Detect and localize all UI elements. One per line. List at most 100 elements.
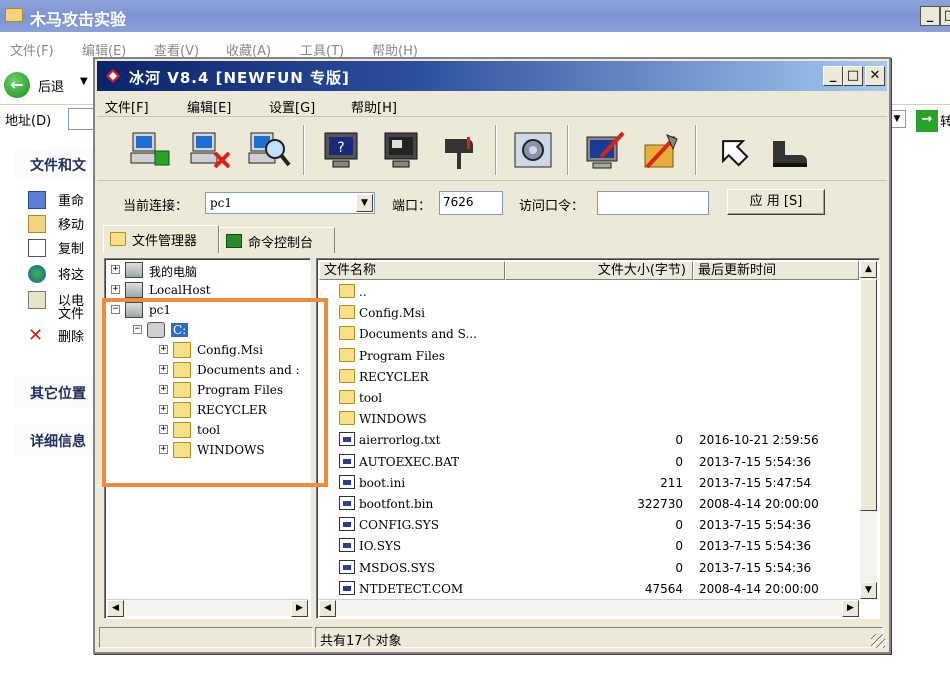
resize-grip-icon[interactable] <box>871 634 885 648</box>
file-row[interactable]: AUTOEXEC.BAT 0 2013-7-15 5:54:36 <box>339 452 859 473</box>
tools-icon[interactable] <box>637 127 685 175</box>
back-arrow-icon[interactable] <box>709 127 757 175</box>
file-row[interactable]: IO.SYS 0 2013-7-15 5:54:36 <box>339 536 859 557</box>
file-row[interactable]: CONFIG.SYS 0 2013-7-15 5:54:36 <box>339 515 859 536</box>
menu-help[interactable]: 帮助[H] <box>351 97 397 116</box>
scroll-thumb[interactable] <box>860 279 877 511</box>
current-connection-label: 当前连接： <box>123 199 189 214</box>
file-date: 2013-7-15 5:54:36 <box>699 518 812 533</box>
task-email[interactable]: 以电 文件 <box>28 289 100 323</box>
close-button[interactable]: ✕ <box>865 66 885 86</box>
window-title-bar[interactable]: 冰河 V8.4 [NEWFUN 专版] _ □ ✕ <box>97 61 887 91</box>
screen-control-icon[interactable] <box>377 127 425 175</box>
password-label: 访问口令： <box>519 199 585 214</box>
tab-file-manager[interactable]: 文件管理器 <box>103 225 219 253</box>
current-connection-value: pc1 <box>210 196 233 210</box>
file-icon <box>339 432 355 447</box>
file-list-header: 文件名称 文件大小(字节) 最后更新时间 <box>319 261 859 280</box>
task-section-other-places[interactable]: 其它位置 <box>14 377 100 407</box>
pen-monitor-icon[interactable] <box>581 127 629 175</box>
task-delete[interactable]: ✕ 删除 <box>28 325 100 347</box>
go-arrow-icon[interactable]: → <box>916 110 938 132</box>
current-connection-select[interactable]: pc1 ▼ <box>205 192 375 214</box>
scroll-left-icon[interactable]: ◀ <box>319 600 336 617</box>
apply-button[interactable]: 应 用 [S] <box>727 189 825 215</box>
back-button[interactable]: ← 后退 ▼ <box>4 70 94 98</box>
menu-file[interactable]: 文件[F] <box>105 97 149 116</box>
file-row[interactable]: bootfont.bin 322730 2008-4-14 20:00:00 <box>339 494 859 515</box>
expand-toggle[interactable]: + <box>111 265 120 274</box>
folder-row[interactable]: RECYCLER <box>339 367 859 388</box>
task-section-file-folder[interactable]: 文件和文 <box>14 149 100 179</box>
delete-x-icon: ✕ <box>28 325 44 346</box>
file-icon <box>339 580 355 595</box>
settings-gear-icon[interactable] <box>509 127 557 175</box>
toolbar-separator <box>567 125 569 175</box>
task-copy[interactable]: 复制 <box>28 237 100 259</box>
file-list-horizontal-scrollbar[interactable]: ◀ ▶ <box>319 599 859 617</box>
main-toolbar: ? <box>97 119 887 181</box>
password-input[interactable] <box>597 191 709 215</box>
file-list[interactable]: 文件名称 文件大小(字节) 最后更新时间 .. Config.Msi Documen… <box>316 258 880 619</box>
status-cell-empty <box>99 627 313 648</box>
file-name: tool <box>359 391 383 405</box>
status-bar: 共有17个对象 <box>97 625 887 650</box>
file-date: 2008-4-14 20:00:00 <box>699 581 819 596</box>
menu-file[interactable]: 文件(F) <box>10 40 54 59</box>
menu-edit[interactable]: 编辑[E] <box>187 97 231 116</box>
delete-host-icon[interactable] <box>185 127 233 175</box>
scroll-right-icon[interactable]: ▶ <box>291 600 308 617</box>
task-move[interactable]: 移动 <box>28 213 100 235</box>
scroll-up-icon[interactable]: ▲ <box>860 261 877 278</box>
search-host-icon[interactable] <box>245 127 293 175</box>
scroll-left-icon[interactable]: ◀ <box>107 600 124 617</box>
chevron-down-icon[interactable]: ▼ <box>80 76 88 87</box>
task-publish[interactable]: 将这 <box>28 263 100 285</box>
folder-row[interactable]: Documents and S... <box>339 324 859 345</box>
file-date: 2016-10-21 2:59:56 <box>699 433 819 448</box>
file-date: 2013-7-15 5:54:36 <box>699 560 812 575</box>
minimize-button[interactable]: _ <box>920 6 940 26</box>
file-icon <box>339 474 355 489</box>
folder-row[interactable]: Program Files <box>339 346 859 367</box>
menu-settings[interactable]: 设置[G] <box>269 97 315 116</box>
task-panel: 文件和文 重命 移动 复制 将这 以电 文件 ✕ 删除 其它位置 详细信息 <box>0 133 100 700</box>
tree-horizontal-scrollbar[interactable]: ◀ ▶ <box>107 599 308 617</box>
port-input[interactable]: 7626 <box>439 191 503 215</box>
boot-icon[interactable] <box>765 127 813 175</box>
svg-text:?: ? <box>337 140 344 156</box>
file-row[interactable]: MSDOS.SYS 0 2013-7-15 5:54:36 <box>339 558 859 579</box>
back-arrow-icon: ← <box>4 72 30 98</box>
copy-icon <box>28 239 46 257</box>
file-name: Config.Msi <box>359 306 425 321</box>
go-label[interactable]: 转 <box>940 111 950 130</box>
file-row[interactable]: aierrorlog.txt 0 2016-10-21 2:59:56 <box>339 430 859 451</box>
mailbox-icon[interactable] <box>435 127 483 175</box>
tree-node-my-computer[interactable]: + 我的电脑 <box>111 261 301 281</box>
folder-row[interactable]: tool <box>339 388 859 409</box>
maximize-button[interactable]: □ <box>843 66 863 86</box>
file-row[interactable]: boot.ini 211 2013-7-15 5:47:54 <box>339 473 859 494</box>
folder-row[interactable]: WINDOWS <box>339 409 859 430</box>
file-name: Program Files <box>359 348 446 363</box>
file-name: Documents and S... <box>359 327 477 342</box>
maximize-button[interactable]: □ <box>940 6 950 26</box>
folder-icon <box>339 347 355 362</box>
column-header-name[interactable]: 文件名称 <box>319 261 505 280</box>
task-rename[interactable]: 重命 <box>28 189 100 211</box>
expand-toggle[interactable]: + <box>111 285 120 294</box>
folder-row[interactable]: Config.Msi <box>339 303 859 324</box>
column-header-date[interactable]: 最后更新时间 <box>693 261 859 280</box>
scroll-right-icon[interactable]: ▶ <box>842 600 859 617</box>
column-header-size[interactable]: 文件大小(字节) <box>505 261 693 280</box>
scroll-down-icon[interactable]: ▼ <box>860 582 877 599</box>
add-host-icon[interactable] <box>125 127 173 175</box>
file-row[interactable]: NTDETECT.COM 47564 2008-4-14 20:00:00 <box>339 579 859 600</box>
minimize-button[interactable]: _ <box>823 66 843 86</box>
folder-row[interactable]: .. <box>339 282 859 303</box>
file-list-vertical-scrollbar[interactable]: ▲ ▼ <box>860 261 877 599</box>
tab-command-console[interactable]: 命令控制台 <box>219 227 335 253</box>
help-screen-icon[interactable]: ? <box>317 127 365 175</box>
task-section-details[interactable]: 详细信息 <box>14 425 100 455</box>
chevron-down-icon[interactable]: ▼ <box>356 194 373 212</box>
